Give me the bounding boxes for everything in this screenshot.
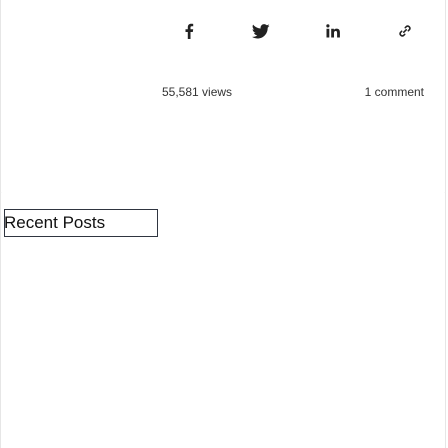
linkedin-icon <box>326 24 340 38</box>
share-bar <box>177 19 417 43</box>
post-meta: 55,581 views 1 comment <box>162 83 424 101</box>
copy-link-button[interactable] <box>393 19 417 43</box>
facebook-icon <box>185 23 194 39</box>
link-icon <box>399 25 411 37</box>
comments-link[interactable]: 1 comment <box>365 85 424 99</box>
share-twitter-button[interactable] <box>249 19 273 43</box>
share-linkedin-button[interactable] <box>321 19 345 43</box>
views-count: 55,581 views <box>162 85 233 99</box>
post-footer-card: 55,581 views 1 comment <box>0 0 446 194</box>
twitter-icon <box>252 23 270 38</box>
share-facebook-button[interactable] <box>177 19 201 43</box>
sidebar-area: Recent Posts <box>0 193 446 448</box>
page: 55,581 views 1 comment Recent Posts <box>0 0 448 448</box>
recent-posts-heading: Recent Posts <box>4 209 158 237</box>
